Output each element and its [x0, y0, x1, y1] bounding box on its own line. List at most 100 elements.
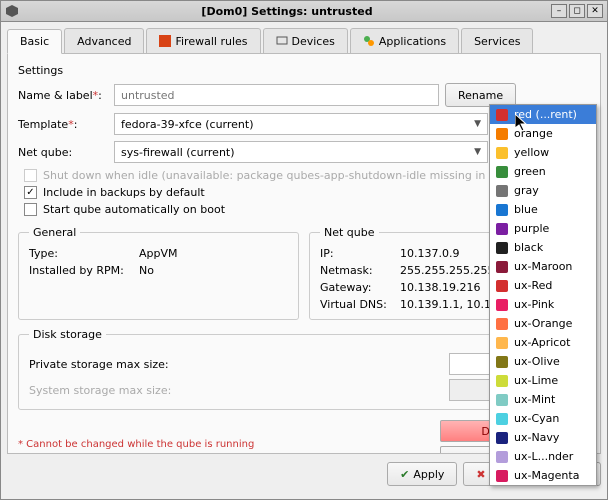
chevron-down-icon: ▼	[474, 147, 481, 157]
netqube-label: Net qube:	[18, 146, 108, 159]
tab-basic-label: Basic	[20, 35, 49, 48]
close-button[interactable]: ✕	[587, 4, 603, 18]
minimize-button[interactable]: –	[551, 4, 567, 18]
color-swatch-icon	[496, 356, 508, 368]
color-swatch-icon	[496, 413, 508, 425]
color-option-label: ux-Magenta	[514, 469, 579, 482]
color-option-label: ux-Lime	[514, 374, 558, 387]
netqube-select[interactable]: sys-firewall (current) ▼	[114, 141, 488, 163]
color-swatch-icon	[496, 470, 508, 482]
color-option-label: blue	[514, 203, 538, 216]
color-option[interactable]: green	[490, 162, 596, 181]
netqube-legend: Net qube	[320, 226, 379, 239]
color-option[interactable]: ux-Orange	[490, 314, 596, 333]
tab-devices[interactable]: Devices	[263, 28, 348, 53]
tab-firewall-label: Firewall rules	[175, 35, 247, 48]
color-swatch-icon	[496, 318, 508, 330]
chevron-down-icon: ▼	[474, 119, 481, 129]
name-input[interactable]	[114, 84, 439, 106]
gw-key: Gateway:	[320, 281, 400, 294]
color-option[interactable]: ux-Navy	[490, 428, 596, 447]
color-swatch-icon	[496, 147, 508, 159]
template-select[interactable]: fedora-39-xfce (current) ▼	[114, 113, 488, 135]
netqube-value: sys-firewall (current)	[121, 146, 235, 159]
backups-checkbox[interactable]: ✓	[24, 186, 37, 199]
color-swatch-icon	[496, 185, 508, 197]
sys-storage-label: System storage max size:	[29, 384, 189, 397]
color-option[interactable]: ux-Olive	[490, 352, 596, 371]
color-option[interactable]: ux-Mint	[490, 390, 596, 409]
type-key: Type:	[29, 247, 139, 260]
color-option-label: purple	[514, 222, 549, 235]
color-option-label: black	[514, 241, 543, 254]
color-option-label: ux-Apricot	[514, 336, 570, 349]
name-label: Name & label*:	[18, 89, 108, 102]
template-label: Template*:	[18, 118, 108, 131]
color-swatch-icon	[496, 242, 508, 254]
color-swatch-icon	[496, 280, 508, 292]
color-swatch-icon	[496, 166, 508, 178]
disk-legend: Disk storage	[29, 328, 106, 341]
tab-advanced[interactable]: Advanced	[64, 28, 144, 53]
color-option-label: red (...rent)	[514, 108, 577, 121]
color-option[interactable]: ux-Magenta	[490, 466, 596, 485]
color-option-label: ux-Orange	[514, 317, 572, 330]
shutdown-idle-label: Shut down when idle (unavailable: packag…	[43, 169, 564, 182]
color-option-label: ux-Mint	[514, 393, 555, 406]
color-swatch-icon	[496, 109, 508, 121]
color-option[interactable]: blue	[490, 200, 596, 219]
color-option[interactable]: yellow	[490, 143, 596, 162]
color-option[interactable]: black	[490, 238, 596, 257]
color-option[interactable]: ux-Red	[490, 276, 596, 295]
color-swatch-icon	[496, 432, 508, 444]
type-value: AppVM	[139, 247, 178, 260]
tab-devices-label: Devices	[292, 35, 335, 48]
tab-basic[interactable]: Basic	[7, 29, 62, 54]
color-option-label: ux-Red	[514, 279, 552, 292]
color-swatch-icon	[496, 394, 508, 406]
color-option[interactable]: ux-Cyan	[490, 409, 596, 428]
color-option-label: yellow	[514, 146, 549, 159]
check-icon: ✔	[400, 468, 409, 481]
color-option[interactable]: purple	[490, 219, 596, 238]
app-icon	[5, 4, 19, 18]
gw-value: 10.138.19.216	[400, 281, 480, 294]
color-swatch-icon	[496, 299, 508, 311]
mask-key: Netmask:	[320, 264, 400, 277]
color-option-label: ux-Olive	[514, 355, 560, 368]
color-option[interactable]: ux-Maroon	[490, 257, 596, 276]
color-option-label: ux-L...nder	[514, 450, 573, 463]
color-option-label: ux-Navy	[514, 431, 559, 444]
window-body: Basic Advanced Firewall rules Devices Ap…	[0, 22, 608, 500]
template-value: fedora-39-xfce (current)	[121, 118, 254, 131]
color-option[interactable]: ux-L...nder	[490, 447, 596, 466]
tab-applications[interactable]: Applications	[350, 28, 459, 53]
firewall-icon	[159, 35, 171, 47]
settings-heading: Settings	[18, 64, 590, 77]
apply-button[interactable]: ✔Apply	[387, 462, 457, 486]
color-option[interactable]: orange	[490, 124, 596, 143]
color-dropdown[interactable]: red (...rent) orange yellow greengray blue pu…	[489, 104, 597, 486]
autostart-checkbox[interactable]	[24, 203, 37, 216]
color-swatch-icon	[496, 375, 508, 387]
rpm-key: Installed by RPM:	[29, 264, 139, 277]
dns-key: Virtual DNS:	[320, 298, 400, 311]
mask-value: 255.255.255.255	[400, 264, 494, 277]
color-option[interactable]: gray	[490, 181, 596, 200]
color-option[interactable]: ux-Apricot	[490, 333, 596, 352]
tab-services[interactable]: Services	[461, 28, 533, 53]
footnote: * Cannot be changed while the qube is ru…	[18, 439, 432, 450]
applications-icon	[363, 35, 375, 47]
rpm-value: No	[139, 264, 154, 277]
tab-firewall[interactable]: Firewall rules	[146, 28, 260, 53]
tab-services-label: Services	[474, 35, 520, 48]
devices-icon	[276, 35, 288, 47]
color-option[interactable]: red (...rent)	[490, 105, 596, 124]
color-option[interactable]: ux-Pink	[490, 295, 596, 314]
tab-advanced-label: Advanced	[77, 35, 131, 48]
ip-value: 10.137.0.9	[400, 247, 459, 260]
maximize-button[interactable]: ◻	[569, 4, 585, 18]
tab-applications-label: Applications	[379, 35, 446, 48]
titlebar: [Dom0] Settings: untrusted – ◻ ✕	[0, 0, 608, 22]
color-option[interactable]: ux-Lime	[490, 371, 596, 390]
